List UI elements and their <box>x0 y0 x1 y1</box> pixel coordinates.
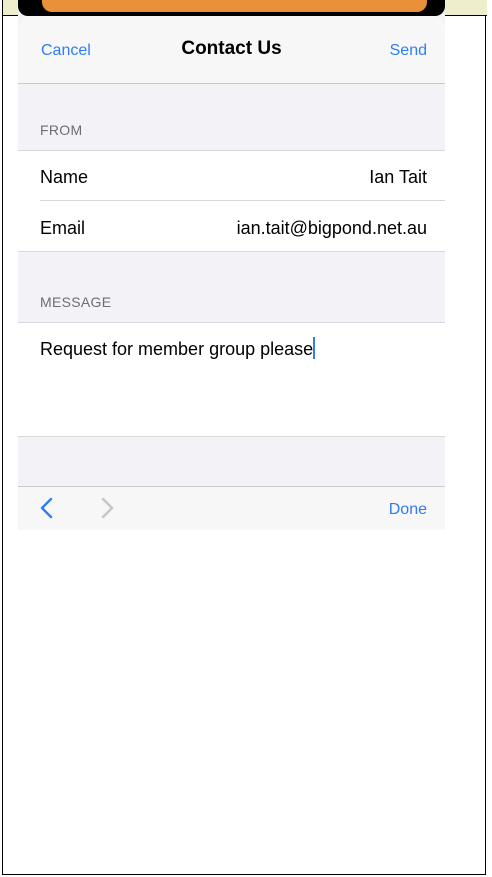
text-caret <box>313 337 316 359</box>
message-section-header: MESSAGE <box>40 294 112 310</box>
done-button[interactable]: Done <box>389 501 427 519</box>
name-field[interactable]: Ian Tait <box>369 167 427 188</box>
message-content: Request for member group please <box>40 339 314 359</box>
section-top-divider <box>18 150 445 151</box>
chevron-right-icon[interactable] <box>96 496 116 520</box>
chevron-left-icon[interactable] <box>38 496 58 520</box>
email-field[interactable]: ian.tait@bigpond.net.au <box>237 218 427 239</box>
orange-banner <box>42 0 427 12</box>
page-title: Contact Us <box>181 38 282 59</box>
name-label: Name <box>40 167 89 187</box>
send-button[interactable]: Send <box>390 42 427 60</box>
section-bottom-divider <box>18 251 445 252</box>
message-text[interactable]: Request for member group please <box>40 337 316 360</box>
email-label: Email <box>40 218 86 238</box>
email-row[interactable]: Email ian.tait@bigpond.net.au <box>18 201 445 251</box>
message-textarea[interactable]: Request for member group please <box>18 323 445 436</box>
navigation-bar: Cancel Contact Us Send <box>18 16 445 84</box>
from-section-header: FROM <box>40 122 83 138</box>
name-row[interactable]: Name Ian Tait <box>18 150 445 201</box>
phone-screen: Cancel Contact Us Send FROM Name Ian Tai… <box>18 0 445 530</box>
message-bottom-divider <box>18 436 445 437</box>
keyboard-toolbar: Done <box>18 486 445 530</box>
